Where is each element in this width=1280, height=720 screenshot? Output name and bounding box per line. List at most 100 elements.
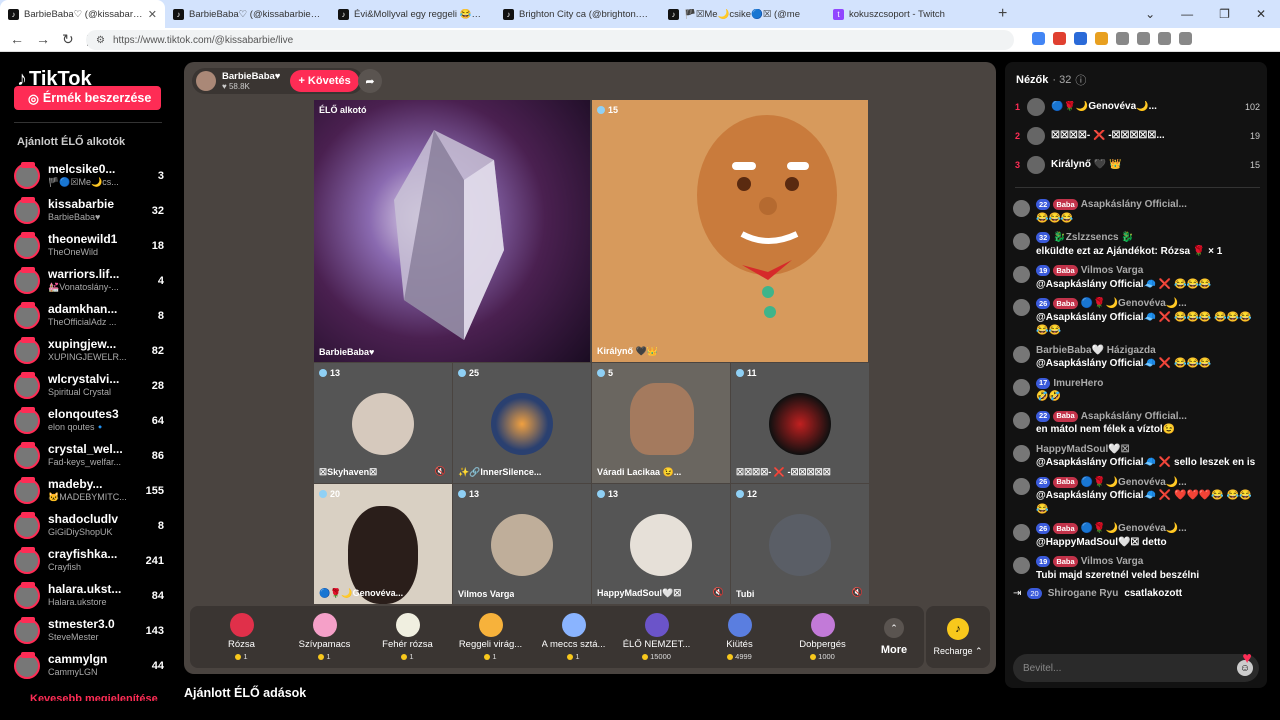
creator-avatar — [14, 476, 40, 504]
creator-item[interactable]: warriors.lif... 💒Vonatoslány-... 4 — [14, 263, 164, 298]
browser-tab[interactable]: ♪Brighton City ca (@brighton.city) ÉLŐ — [495, 0, 660, 28]
creator-item[interactable]: theonewild1 TheOneWild 18 — [14, 228, 164, 263]
browser-tab[interactable]: ♪ 🏴☒Me🌙csike🔵☒ (@me — [660, 0, 825, 28]
tab-search-icon[interactable]: ⌄ — [1145, 7, 1155, 21]
gift-item[interactable]: A meccs sztá... 1 — [532, 606, 615, 668]
guest-video-tile[interactable]: 5 Váradi Lacikaa 😉... — [592, 363, 730, 483]
guest-video-tile[interactable]: 15 Királynő 🖤👑 — [592, 100, 868, 362]
guest-video-tile[interactable]: 13 Vilmos Varga — [453, 484, 591, 604]
user-avatar[interactable] — [1013, 444, 1030, 462]
guest-video-tile[interactable]: 13 ☒Skyhaven☒ 🔇 — [314, 363, 452, 483]
guest-video-tile[interactable]: 25 ✨🔗InnerSilence... — [453, 363, 591, 483]
minimize-icon[interactable]: — — [1181, 7, 1193, 21]
guest-video-tile[interactable]: 13 HappyMadSoul🤍☒ 🔇 — [592, 484, 730, 604]
extension-icon[interactable] — [1074, 32, 1087, 45]
chat-username[interactable]: ImureHero — [1053, 377, 1103, 391]
chat-username[interactable]: 🔵🌹🌙Genovéva🌙... — [1081, 476, 1187, 490]
user-avatar[interactable] — [1013, 477, 1030, 495]
chat-username[interactable]: 🔵🌹🌙Genovéva🌙... — [1081, 297, 1187, 311]
chat-username[interactable]: 🐉Zslzzsencs 🐉 — [1053, 231, 1133, 245]
restore-icon[interactable]: ❐ — [1219, 7, 1230, 21]
creator-item[interactable]: kissabarbie BarbieBaba♥ 32 — [14, 193, 164, 228]
more-gifts-button[interactable]: ⌃ More — [864, 618, 924, 656]
extension-icon[interactable] — [1095, 32, 1108, 45]
like-heart-icon[interactable]: ♥ — [1237, 649, 1257, 669]
profile-icon[interactable] — [1158, 32, 1171, 45]
gift-item[interactable]: Kiütés 4999 — [698, 606, 781, 668]
creator-item[interactable]: crystal_wel... Fad-keys_welfar... 86 — [14, 438, 164, 473]
creator-item[interactable]: cammylgn CammyLGN 44 — [14, 648, 164, 683]
host-video-tile[interactable]: ÉLŐ alkotó BarbieBaba♥ — [314, 100, 590, 362]
user-avatar[interactable] — [1013, 411, 1030, 429]
user-avatar[interactable] — [1013, 200, 1030, 217]
reload-icon[interactable]: ↻ — [62, 31, 74, 48]
gift-item[interactable]: Fehér rózsa 1 — [366, 606, 449, 668]
sidepanel-icon[interactable] — [1137, 32, 1150, 45]
user-avatar[interactable] — [1013, 378, 1030, 396]
creator-item[interactable]: adamkhan... TheOfficialAdz ... 8 — [14, 298, 164, 333]
chat-username[interactable]: Vilmos Varga — [1081, 555, 1144, 569]
guest-video-tile[interactable]: 20 🔵🌹🌙Genovéva... — [314, 484, 452, 604]
gift-item[interactable]: Dobpergés 1000 — [781, 606, 864, 668]
translate-icon[interactable] — [1032, 32, 1045, 45]
creator-item[interactable]: elonqoutes3 elon qoutes🔹 64 — [14, 403, 164, 438]
host-name[interactable]: BarbieBaba♥ — [222, 71, 280, 82]
chat-username[interactable]: 🔵🌹🌙Genovéva🌙... — [1081, 522, 1187, 536]
message-body: 19 Baba Vilmos Varga Tubi majd szeretnél v… — [1036, 555, 1263, 582]
info-icon[interactable]: ⓘ — [1075, 72, 1086, 88]
browser-tab[interactable]: ♪ BarbieBaba♡ (@kissabarbie ✕ — [0, 0, 165, 28]
creator-item[interactable]: halara.ukst... Halara.ukstore 84 — [14, 578, 164, 613]
follow-button[interactable]: + Követés — [290, 70, 359, 92]
top-viewer-item[interactable]: 2 ☒☒☒☒- ❌ -☒☒☒☒☒... 19 — [1015, 121, 1260, 150]
creator-item[interactable]: xupingjew... XUPINGJEWELR... 82 — [14, 333, 164, 368]
new-tab-button[interactable]: + — [998, 5, 1007, 23]
back-icon[interactable]: ← — [10, 31, 24, 48]
browser-tab[interactable]: t kokuszcsoport - Twitch — [825, 0, 990, 28]
user-avatar[interactable] — [1013, 299, 1030, 316]
gift-item[interactable]: Rózsa 1 — [200, 606, 283, 668]
gift-item[interactable]: Szívpamacs 1 — [283, 606, 366, 668]
guest-video-tile[interactable]: 11 ☒☒☒☒- ❌ -☒☒☒☒☒ — [731, 363, 869, 483]
user-avatar[interactable] — [1013, 266, 1030, 283]
chat-username[interactable]: Asapkáslány Official... — [1081, 410, 1187, 424]
user-avatar[interactable] — [1013, 557, 1030, 574]
site-info-icon[interactable]: ⚙ — [96, 35, 105, 46]
chat-username[interactable]: Vilmos Varga — [1081, 264, 1144, 278]
guest-video-tile[interactable]: 12 Tubi 🔇 — [731, 484, 869, 604]
share-icon[interactable]: ➦ — [358, 69, 382, 93]
browser-tab[interactable]: ♪ BarbieBaba♡ (@kissabarbie) ÉLŐ — [165, 0, 330, 28]
creator-item[interactable]: wlcrystalvi... Spiritual Crystal 28 — [14, 368, 164, 403]
top-viewer-item[interactable]: 1 🔵🌹🌙Genovéva🌙... 102 — [1015, 92, 1260, 121]
creator-item[interactable]: madeby... 🐱MADEBYMITC... 155 — [14, 473, 164, 508]
extension-icon[interactable] — [1053, 32, 1066, 45]
get-coins-button[interactable]: ◎ Érmék beszerzése — [14, 86, 161, 110]
message-text: @Asapkáslány Official🧢 ❌ ❤️❤️❤️😂 😂😂😂 — [1036, 490, 1252, 515]
chat-username[interactable]: Asapkáslány Official... — [1081, 198, 1187, 212]
gift-item[interactable]: ÉLŐ NEMZET... 15000 — [615, 606, 698, 668]
chat-username[interactable]: HappyMadSoul🤍☒ — [1036, 443, 1130, 457]
user-avatar[interactable] — [1013, 524, 1030, 541]
forward-icon[interactable]: → — [36, 31, 50, 48]
creator-item[interactable]: crayfishka... Crayfish 241 — [14, 543, 164, 578]
extensions-puzzle-icon[interactable] — [1116, 32, 1129, 45]
menu-icon[interactable] — [1179, 32, 1192, 45]
viewer-name: 🔵🌹🌙Genovéva🌙... — [1051, 101, 1157, 112]
recharge-button[interactable]: ♪ Recharge ⌃ — [926, 606, 990, 668]
guest-name: ☒☒☒☒- ❌ -☒☒☒☒☒ — [736, 467, 831, 477]
creator-item[interactable]: melcsike0... 🏴🔵☒Me🌙cs... 3 — [14, 158, 164, 193]
user-avatar[interactable] — [1013, 233, 1030, 250]
creator-viewer-count: 64 — [151, 414, 164, 427]
creator-item[interactable]: stmester3.0 SteveMester 143 — [14, 613, 164, 648]
creator-item[interactable]: shadocludlv GiGiDiyShopUK 8 — [14, 508, 164, 543]
gift-item[interactable]: Reggeli virág... 1 — [449, 606, 532, 668]
top-viewer-item[interactable]: 3 Királynő 🖤 👑 15 — [1015, 150, 1260, 179]
show-less-link[interactable]: Kevesebb megjelenítése — [30, 693, 158, 701]
chat-input[interactable]: Bevitel... ☺ — [1013, 654, 1259, 682]
url-field[interactable]: ⚙ https://www.tiktok.com/@kissabarbie/li… — [86, 30, 1014, 50]
browser-tab[interactable]: ♪Évi&Mollyval egy reggeli 😂😍 (@n — [330, 0, 495, 28]
host-avatar[interactable] — [196, 71, 216, 91]
close-tab-icon[interactable]: ✕ — [148, 8, 157, 21]
user-avatar[interactable] — [1013, 345, 1030, 363]
close-window-icon[interactable]: ✕ — [1256, 7, 1266, 21]
chat-username[interactable]: BarbieBaba🤍 Házigazda — [1036, 344, 1156, 358]
